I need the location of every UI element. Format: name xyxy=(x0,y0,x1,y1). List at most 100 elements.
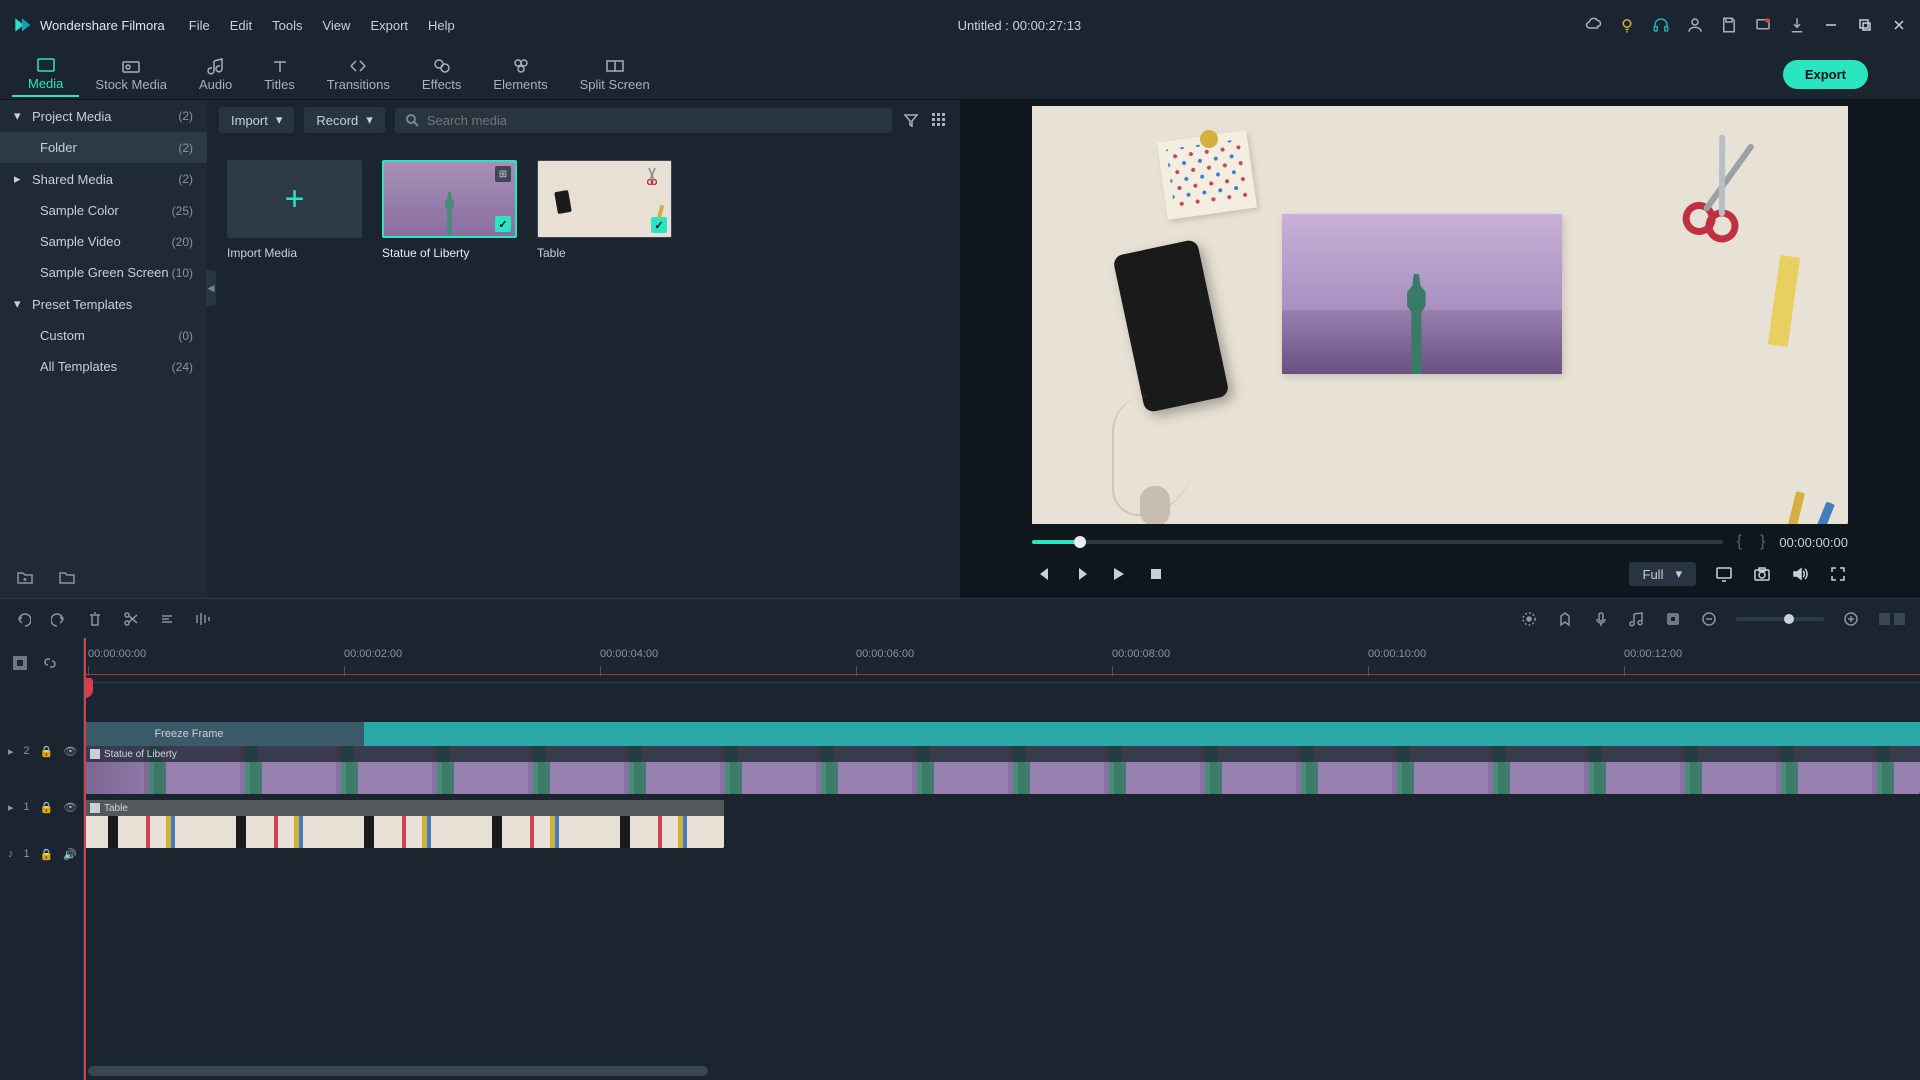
new-folder-icon[interactable] xyxy=(16,570,34,586)
split-icon[interactable] xyxy=(122,610,140,628)
window-minimize-icon[interactable] xyxy=(1822,18,1840,32)
playhead[interactable] xyxy=(84,638,86,1080)
crop-icon[interactable] xyxy=(158,610,176,628)
sidebar-item-preset-templates[interactable]: ▾Preset Templates xyxy=(0,288,207,320)
media-thumb[interactable]: ⊞ ✓ xyxy=(382,160,517,238)
media-item-import[interactable]: + Import Media xyxy=(227,160,362,260)
volume-icon[interactable] xyxy=(1790,564,1810,584)
marker-icon[interactable] xyxy=(1556,610,1574,628)
tab-transitions[interactable]: Transitions xyxy=(311,53,406,96)
record-dropdown[interactable]: Record▾ xyxy=(304,107,384,133)
timeline-body[interactable]: 00:00:00:00 00:00:02:00 00:00:04:00 00:0… xyxy=(84,638,1920,1080)
track-v1[interactable]: Table xyxy=(84,800,1920,848)
add-to-timeline-icon[interactable]: ⊞ xyxy=(495,166,511,182)
audio-mixer-icon[interactable] xyxy=(1628,610,1646,628)
grid-view-icon[interactable] xyxy=(930,111,948,129)
sidebar-item-sample-green-screen[interactable]: Sample Green Screen(10) xyxy=(0,257,207,288)
zoom-fit-icon[interactable] xyxy=(1878,610,1906,628)
play-pause-button[interactable] xyxy=(1070,564,1090,584)
track-lock-icon[interactable]: 🔒 xyxy=(40,745,54,758)
menu-view[interactable]: View xyxy=(322,18,350,33)
zoom-in-icon[interactable] xyxy=(1842,610,1860,628)
preview-canvas[interactable] xyxy=(1032,106,1848,524)
zoom-handle[interactable] xyxy=(1784,614,1794,624)
mark-in-icon[interactable]: { xyxy=(1733,533,1746,551)
mark-out-icon[interactable]: } xyxy=(1756,533,1769,551)
lightbulb-icon[interactable] xyxy=(1618,16,1636,34)
scrubber-handle[interactable] xyxy=(1074,536,1086,548)
headphones-icon[interactable] xyxy=(1652,16,1670,34)
preview-quality-dropdown[interactable]: Full▾ xyxy=(1629,562,1696,586)
tab-stock-media[interactable]: Stock Media xyxy=(79,53,183,96)
clip-table[interactable]: Table xyxy=(84,800,724,848)
tab-audio[interactable]: Audio xyxy=(183,53,248,96)
sidebar-item-folder[interactable]: Folder(2) xyxy=(0,132,207,163)
window-close-icon[interactable] xyxy=(1890,18,1908,32)
save-icon[interactable] xyxy=(1720,16,1738,34)
delete-icon[interactable] xyxy=(86,610,104,628)
redo-icon[interactable] xyxy=(50,610,68,628)
menu-export[interactable]: Export xyxy=(370,18,408,33)
sidebar-item-sample-color[interactable]: Sample Color(25) xyxy=(0,195,207,226)
folder-icon[interactable] xyxy=(58,570,76,586)
track-a1[interactable] xyxy=(84,854,1920,890)
link-icon[interactable] xyxy=(42,655,58,671)
user-icon[interactable] xyxy=(1686,16,1704,34)
notification-icon[interactable] xyxy=(1754,16,1772,34)
sidebar-item-sample-video[interactable]: Sample Video(20) xyxy=(0,226,207,257)
render-icon[interactable] xyxy=(1520,610,1538,628)
timeline: ▸2 🔒 👁 ▸1 🔒 👁 ♪1 🔒 🔊 00:00:00:00 00:00:0… xyxy=(0,638,1920,1080)
download-icon[interactable] xyxy=(1788,16,1806,34)
display-settings-icon[interactable] xyxy=(1714,564,1734,584)
effect-bar[interactable]: Freeze Frame xyxy=(84,722,1920,746)
track-visible-icon[interactable]: 👁 xyxy=(63,745,77,758)
sidebar-item-custom[interactable]: Custom(0) xyxy=(0,320,207,351)
sidebar-item-all-templates[interactable]: All Templates(24) xyxy=(0,351,207,382)
tab-titles[interactable]: Titles xyxy=(248,53,311,96)
track-visible-icon[interactable]: 👁 xyxy=(63,801,77,814)
play-button[interactable] xyxy=(1108,564,1128,584)
snapshot-icon[interactable] xyxy=(1752,564,1772,584)
preview-scrubber[interactable] xyxy=(1032,540,1723,544)
voiceover-icon[interactable] xyxy=(1592,610,1610,628)
fullscreen-icon[interactable] xyxy=(1828,564,1848,584)
track-mute-icon[interactable]: 🔊 xyxy=(63,848,77,861)
track-lock-icon[interactable]: 🔒 xyxy=(40,801,54,814)
timeline-ruler[interactable]: 00:00:00:00 00:00:02:00 00:00:04:00 00:0… xyxy=(84,638,1920,688)
import-media-thumb[interactable]: + xyxy=(227,160,362,238)
search-input[interactable] xyxy=(427,113,882,128)
cloud-icon[interactable] xyxy=(1584,16,1602,34)
menu-edit[interactable]: Edit xyxy=(230,18,252,33)
sidebar-item-project-media[interactable]: ▾Project Media(2) xyxy=(0,100,207,132)
stop-button[interactable] xyxy=(1146,564,1166,584)
track-manager-icon[interactable] xyxy=(12,655,28,671)
tab-elements[interactable]: Elements xyxy=(477,53,563,96)
filter-icon[interactable] xyxy=(902,111,920,129)
clip-statue-of-liberty[interactable]: Statue of Liberty xyxy=(84,746,1920,794)
collapse-sidebar-handle[interactable]: ◀ xyxy=(206,270,216,306)
tab-media[interactable]: Media xyxy=(12,52,79,97)
track-v2[interactable]: Statue of Liberty xyxy=(84,746,1920,794)
tab-split-screen[interactable]: Split Screen xyxy=(564,53,666,96)
menu-tools[interactable]: Tools xyxy=(272,18,302,33)
zoom-out-icon[interactable] xyxy=(1700,610,1718,628)
media-item-statue-of-liberty[interactable]: ⊞ ✓ Statue of Liberty xyxy=(382,160,517,260)
import-dropdown[interactable]: Import▾ xyxy=(219,107,294,133)
speed-icon[interactable] xyxy=(194,610,212,628)
tab-effects[interactable]: Effects xyxy=(406,53,478,96)
timeline-h-scrollbar[interactable] xyxy=(88,1066,708,1076)
effect-freeze-frame[interactable]: Freeze Frame xyxy=(84,722,364,746)
sidebar-item-shared-media[interactable]: ▸Shared Media(2) xyxy=(0,163,207,195)
prev-frame-button[interactable] xyxy=(1032,564,1052,584)
media-thumb[interactable]: ✓ xyxy=(537,160,672,238)
menu-file[interactable]: File xyxy=(189,18,210,33)
window-maximize-icon[interactable] xyxy=(1856,18,1874,32)
menu-help[interactable]: Help xyxy=(428,18,455,33)
track-lock-icon[interactable]: 🔒 xyxy=(40,848,54,861)
zoom-slider[interactable] xyxy=(1736,617,1824,621)
media-item-table[interactable]: ✓ Table xyxy=(537,160,672,260)
keyframe-icon[interactable] xyxy=(1664,610,1682,628)
search-media[interactable] xyxy=(395,108,892,133)
export-button[interactable]: Export xyxy=(1783,60,1868,89)
undo-icon[interactable] xyxy=(14,610,32,628)
